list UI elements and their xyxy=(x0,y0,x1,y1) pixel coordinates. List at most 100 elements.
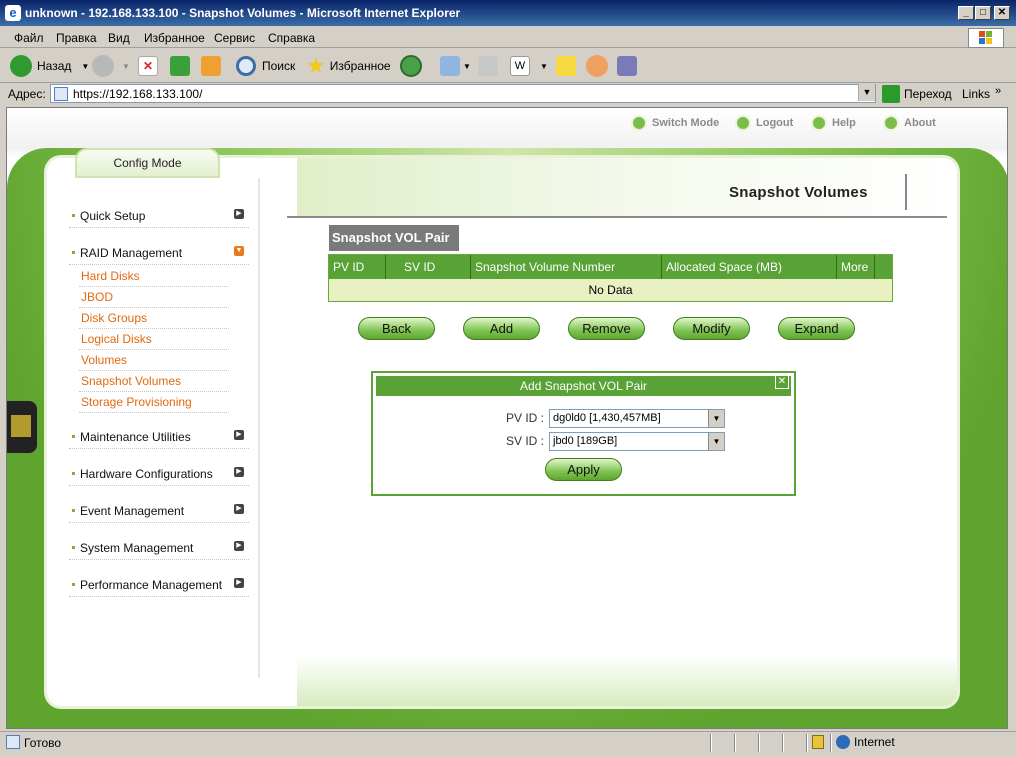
chevron-down-icon: ▼ xyxy=(708,410,724,427)
sidebar-sub-jbod[interactable]: JBOD xyxy=(79,288,229,308)
network-icon xyxy=(11,415,31,437)
back-action-button[interactable]: Back xyxy=(358,317,435,340)
messenger-icon xyxy=(586,55,608,77)
lock-icon xyxy=(812,735,824,749)
sidebar-sub-logical-disks[interactable]: Logical Disks xyxy=(79,330,229,350)
arrow-right-icon: ▶ xyxy=(234,578,244,588)
search-button[interactable]: Поиск xyxy=(236,54,295,78)
go-arrow-icon xyxy=(882,85,900,103)
chevron-down-icon: ▼ xyxy=(122,61,130,71)
switch-mode-link[interactable]: Switch Mode xyxy=(631,115,719,131)
home-icon xyxy=(201,56,221,76)
page-icon xyxy=(54,87,68,101)
go-label: Переход xyxy=(904,87,952,101)
stop-button[interactable]: ✕ xyxy=(138,54,158,78)
address-dropdown-button[interactable]: ▼ xyxy=(858,84,875,101)
favorites-label: Избранное xyxy=(329,59,391,73)
go-button[interactable]: Переход xyxy=(882,85,952,103)
sidebar-divider xyxy=(258,178,260,678)
dialog-title: Add Snapshot VOL Pair xyxy=(376,376,791,396)
forward-button[interactable]: ▼ xyxy=(92,54,130,78)
favorites-button[interactable]: ★ Избранное xyxy=(306,54,391,78)
home-button[interactable] xyxy=(201,54,221,78)
address-input[interactable]: https://192.168.133.100/ xyxy=(50,84,876,103)
sub-item-label: Snapshot Volumes xyxy=(81,374,182,388)
bullet-icon xyxy=(72,509,75,512)
status-divider xyxy=(734,734,736,752)
chevron-right-icon[interactable]: » xyxy=(995,85,1001,97)
help-label: Help xyxy=(832,117,856,129)
close-button[interactable]: ✕ xyxy=(994,6,1010,20)
menu-edit[interactable]: Правка xyxy=(56,31,97,45)
sidebar-item-event-management[interactable]: Event Management ▶ xyxy=(69,501,249,523)
modify-button[interactable]: Modify xyxy=(673,317,750,340)
table-row-empty: No Data xyxy=(329,279,892,301)
about-icon xyxy=(883,115,899,131)
sidebar-item-quick-setup[interactable]: Quick Setup ▶ xyxy=(69,206,249,228)
print-button[interactable] xyxy=(478,54,498,78)
heading-rule xyxy=(287,216,947,218)
links-button[interactable]: Links xyxy=(962,87,990,101)
menu-favorites[interactable]: Избранное xyxy=(144,31,205,45)
ie-logo-icon: e xyxy=(5,5,21,21)
pv-id-value: dg0ld0 [1,430,457MB] xyxy=(553,412,661,424)
about-label: About xyxy=(904,117,936,129)
about-link[interactable]: About xyxy=(883,115,936,131)
search-icon xyxy=(236,56,256,76)
sv-id-label: SV ID : xyxy=(506,434,545,448)
sidebar-sub-hard-disks[interactable]: Hard Disks xyxy=(79,267,229,287)
history-button[interactable] xyxy=(400,54,422,78)
help-link[interactable]: Help xyxy=(811,115,856,131)
add-button[interactable]: Add xyxy=(463,317,540,340)
panel-footer-bg xyxy=(297,656,957,706)
sidebar-item-hardware-configurations[interactable]: Hardware Configurations ▶ xyxy=(69,464,249,486)
menu-help[interactable]: Справка xyxy=(268,31,315,45)
sidebar-sub-disk-groups[interactable]: Disk Groups xyxy=(79,309,229,329)
word-icon: W xyxy=(510,56,530,76)
config-mode-tab[interactable]: Config Mode xyxy=(75,148,220,178)
sidebar-sub-storage-provisioning[interactable]: Storage Provisioning xyxy=(79,393,229,413)
sidebar-item-performance-management[interactable]: Performance Management ▶ xyxy=(69,575,249,597)
remove-button[interactable]: Remove xyxy=(568,317,645,340)
arrow-right-icon: ▶ xyxy=(234,209,244,219)
column-divider xyxy=(836,255,837,279)
maximize-button[interactable]: □ xyxy=(975,6,991,20)
sidebar-item-label: Quick Setup xyxy=(80,209,146,223)
table-header: PV ID SV ID Snapshot Volume Number Alloc… xyxy=(329,255,892,279)
status-text: Готово xyxy=(24,736,62,750)
close-icon[interactable]: ✕ xyxy=(775,375,789,389)
sv-id-select[interactable]: jbd0 [189GB] ▼ xyxy=(549,432,725,451)
chevron-down-icon: ▼ xyxy=(463,61,471,71)
sidebar-item-maintenance-utilities[interactable]: Maintenance Utilities ▶ xyxy=(69,427,249,449)
back-button[interactable]: Назад ▼ xyxy=(10,54,89,78)
menu-tools[interactable]: Сервис xyxy=(214,31,255,45)
messenger-button[interactable] xyxy=(586,54,608,78)
sidebar-item-raid-management[interactable]: RAID Management ▼ xyxy=(69,243,249,265)
heading-divider xyxy=(905,174,907,210)
sub-item-label: Volumes xyxy=(81,353,128,367)
research-button[interactable] xyxy=(617,54,637,78)
globe-icon xyxy=(836,735,850,749)
bullet-icon xyxy=(72,546,75,549)
refresh-button[interactable] xyxy=(170,54,190,78)
apply-button[interactable]: Apply xyxy=(545,458,622,481)
side-handle[interactable] xyxy=(7,401,37,453)
menu-view[interactable]: Вид xyxy=(108,31,130,45)
chevron-down-icon: ▼ xyxy=(540,61,548,71)
switch-mode-label: Switch Mode xyxy=(652,117,720,129)
pv-id-select[interactable]: dg0ld0 [1,430,457MB] ▼ xyxy=(549,409,725,428)
menu-file[interactable]: Файл xyxy=(14,31,44,45)
sidebar-item-system-management[interactable]: System Management ▶ xyxy=(69,538,249,560)
page-icon xyxy=(6,735,20,749)
note-button[interactable] xyxy=(556,54,576,78)
logout-link[interactable]: Logout xyxy=(735,115,793,131)
sub-item-label: JBOD xyxy=(81,290,114,304)
address-bar: Адрес: https://192.168.133.100/ ▼ Перехо… xyxy=(0,83,1016,105)
chevron-down-icon: ▼ xyxy=(708,433,724,450)
minimize-button[interactable]: _ xyxy=(958,6,974,20)
expand-button[interactable]: Expand xyxy=(778,317,855,340)
sidebar-sub-snapshot-volumes[interactable]: Snapshot Volumes xyxy=(79,372,229,392)
edit-button[interactable]: W ▼ xyxy=(510,54,548,78)
sidebar-sub-volumes[interactable]: Volumes xyxy=(79,351,229,371)
mail-button[interactable]: ▼ xyxy=(440,54,471,78)
